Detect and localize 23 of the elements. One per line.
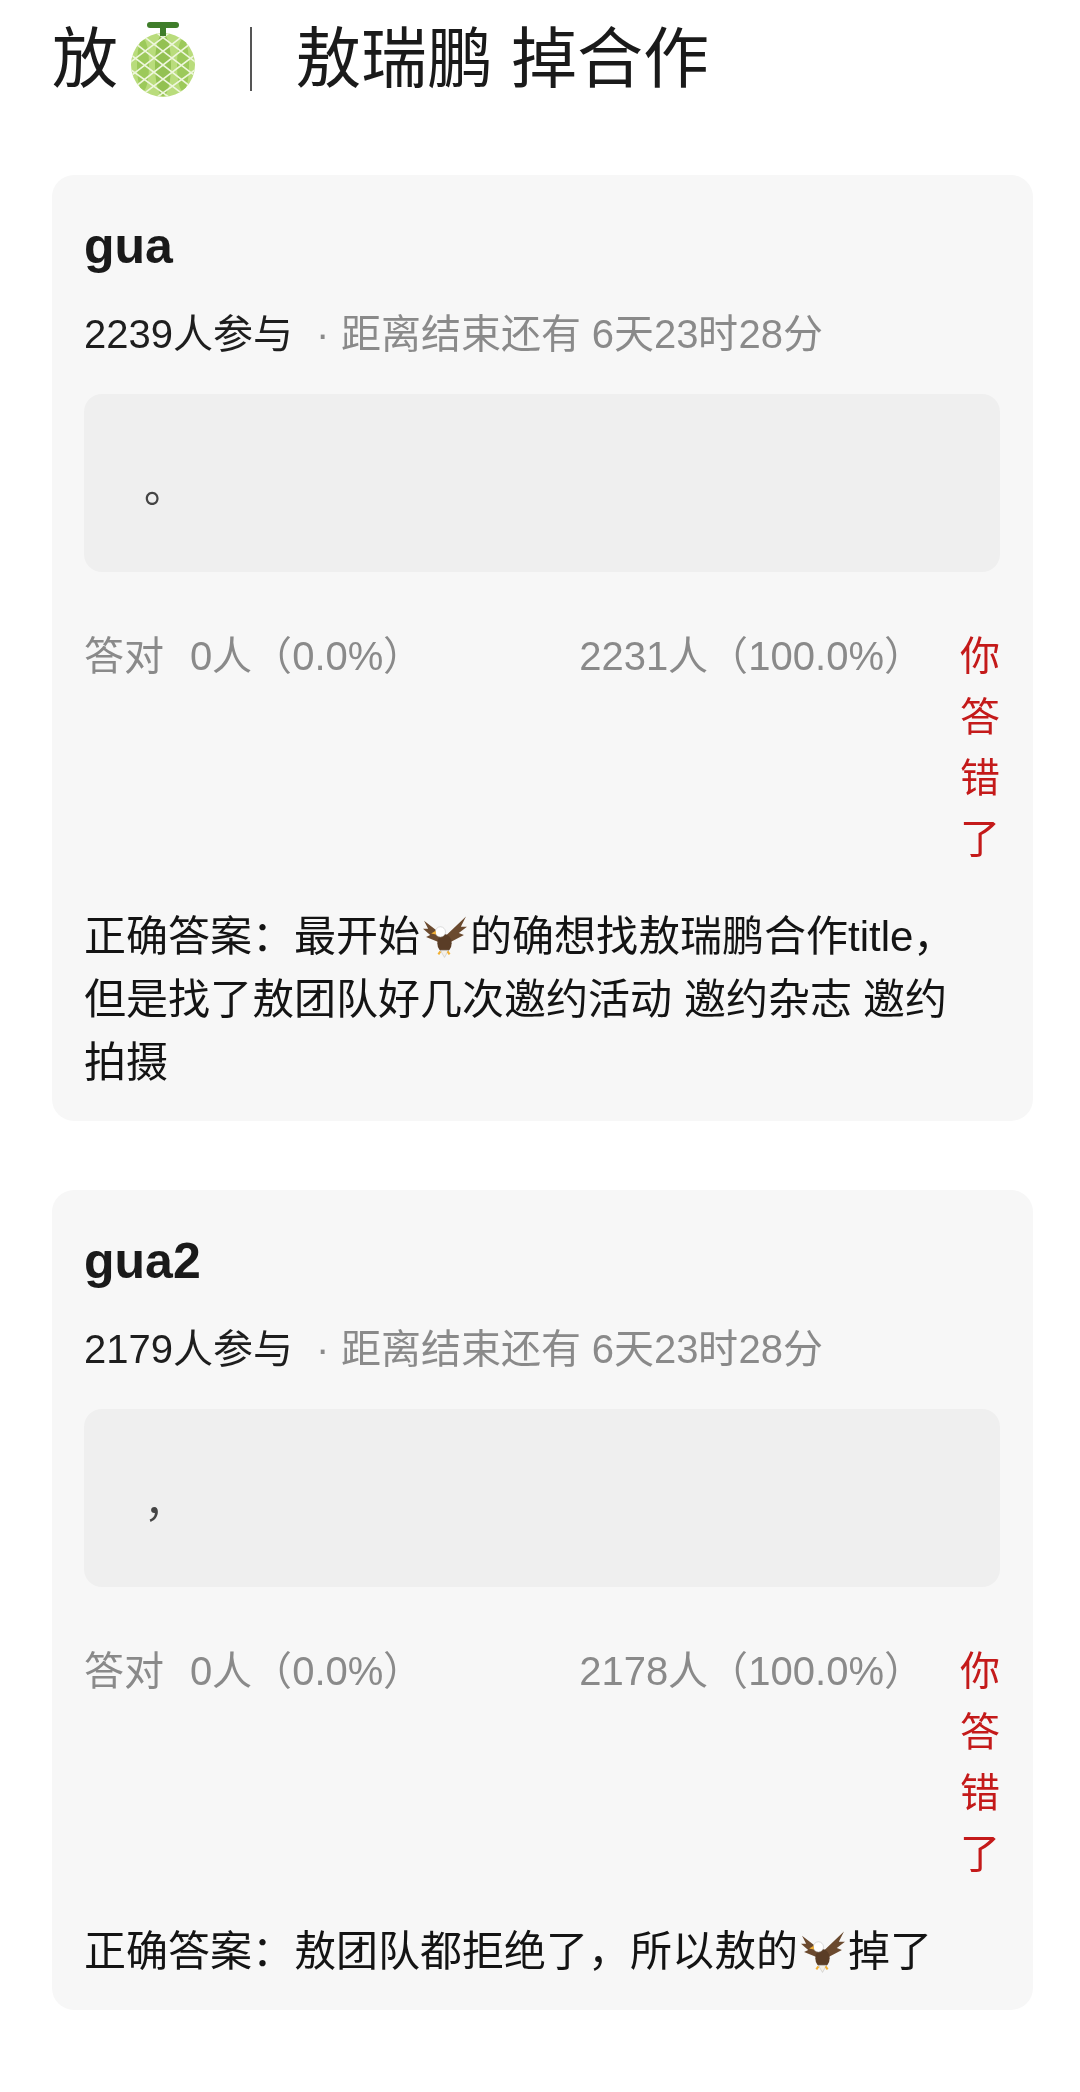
participant-count: 2239人参与 <box>84 312 293 356</box>
quiz-title: gua2 <box>84 1232 202 1291</box>
result-text: 你答错了 <box>960 1648 1000 1878</box>
bird-icon <box>422 915 468 959</box>
quiz-title: gua <box>84 217 174 276</box>
result-text: 你答错了 <box>960 633 1000 863</box>
answer-box: 。 <box>84 394 1000 572</box>
stat-count: 0人（0.0%） <box>190 1648 424 1695</box>
stat-label: 答对 <box>84 633 164 680</box>
title-text: 敖瑞鹏 掉合作 <box>295 21 710 98</box>
answer-box: ， <box>84 1409 1000 1587</box>
melon-icon <box>128 20 198 98</box>
title-text: 放 <box>52 21 118 98</box>
countdown-text: · 距离结束还有 6天23时28分 <box>316 312 823 356</box>
stat-count: 0人（0.0%） <box>190 633 424 680</box>
bird-icon <box>800 1930 846 1974</box>
stat-label: 答对 <box>84 1648 164 1695</box>
countdown-text: · 距离结束还有 6天23时28分 <box>316 1327 823 1371</box>
answer-text: 正确答案：最开始 的确想找敖瑞鹏合作title，但是找了敖团队好几次邀约活动 邀约杂志 邀约拍摄 <box>84 912 957 1088</box>
answer-text: 正确答案：敖团队都拒绝了，所以敖的 掉了 <box>84 1927 933 1977</box>
stat-count: 2231人（100.0%） <box>579 633 924 680</box>
participant-count: 2179人参与 <box>84 1327 293 1371</box>
stat-count: 2178人（100.0%） <box>579 1648 924 1695</box>
